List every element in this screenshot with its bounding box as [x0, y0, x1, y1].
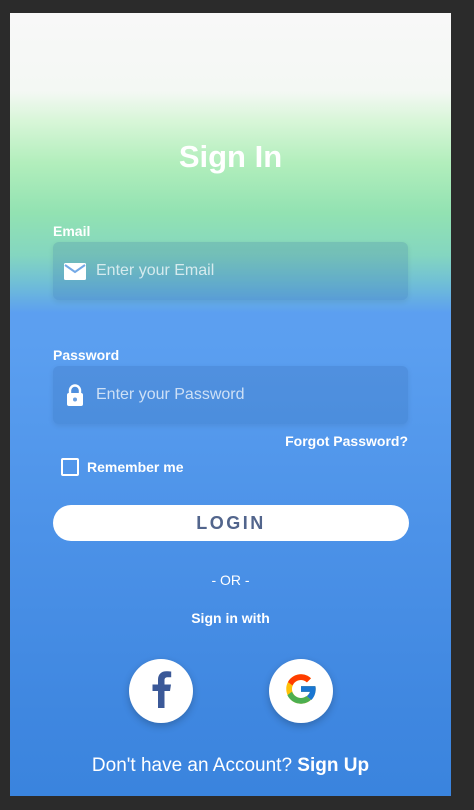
email-input[interactable]	[96, 242, 408, 300]
login-button[interactable]: LOGIN	[53, 505, 409, 541]
password-field-container[interactable]	[53, 366, 408, 424]
sign-up-link[interactable]: Sign Up	[297, 755, 369, 776]
email-icon	[63, 259, 87, 283]
password-label: Password	[53, 347, 120, 363]
google-login-button[interactable]	[269, 659, 333, 723]
checkbox-square[interactable]	[61, 458, 79, 476]
page-title: Sign In	[178, 139, 283, 174]
signup-question: Don't have an Account?	[91, 755, 293, 776]
lock-icon	[63, 383, 87, 407]
or-divider: - OR -	[211, 572, 250, 588]
google-icon	[282, 670, 320, 713]
app-screen: Sign In Email Password Forgot Password? …	[10, 13, 451, 796]
sign-in-with-label: Sign in with	[191, 610, 270, 626]
email-field-container[interactable]	[53, 242, 408, 300]
email-label: Email	[53, 223, 91, 239]
signup-prompt: Don't have an Account? Sign Up	[10, 755, 451, 777]
facebook-login-button[interactable]	[129, 659, 193, 723]
remember-me-label: Remember me	[87, 459, 184, 475]
password-input[interactable]	[96, 366, 408, 424]
facebook-icon	[150, 670, 172, 713]
forgot-password-link[interactable]: Forgot Password?	[285, 433, 408, 449]
remember-me-checkbox[interactable]: Remember me	[61, 458, 184, 476]
